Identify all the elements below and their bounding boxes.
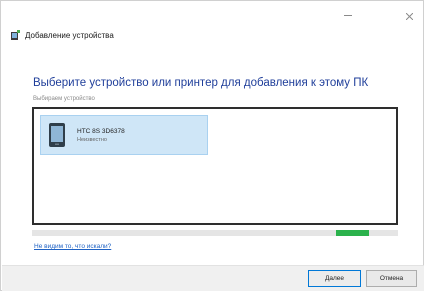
close-button[interactable] xyxy=(394,1,424,31)
page-subheading: Выбираем устройство xyxy=(33,96,95,102)
device-item[interactable]: HTC 8S 3D6378 Неизвестно xyxy=(40,115,208,155)
page-heading: Выберите устройство или принтер для доба… xyxy=(33,77,369,89)
close-icon xyxy=(405,12,413,20)
device-list[interactable]: HTC 8S 3D6378 Неизвестно xyxy=(32,107,398,225)
add-device-window: Добавление устройства Выберите устройств… xyxy=(0,0,424,291)
phone-icon xyxy=(49,123,65,147)
device-status: Неизвестно xyxy=(77,136,107,143)
device-text: HTC 8S 3D6378 Неизвестно xyxy=(77,128,125,143)
window-header: Добавление устройства xyxy=(9,28,114,42)
add-device-icon xyxy=(11,30,20,40)
search-progress-bar xyxy=(32,230,398,236)
cancel-button[interactable]: Отмена xyxy=(366,270,417,287)
next-button[interactable]: Далее xyxy=(308,270,361,287)
device-name: HTC 8S 3D6378 xyxy=(77,127,125,135)
not-found-link[interactable]: Не видим то, что искали? xyxy=(34,243,111,250)
window-title: Добавление устройства xyxy=(25,30,114,40)
minimize-button[interactable] xyxy=(333,1,363,31)
minimize-icon xyxy=(344,15,352,16)
progress-fill xyxy=(336,230,369,236)
